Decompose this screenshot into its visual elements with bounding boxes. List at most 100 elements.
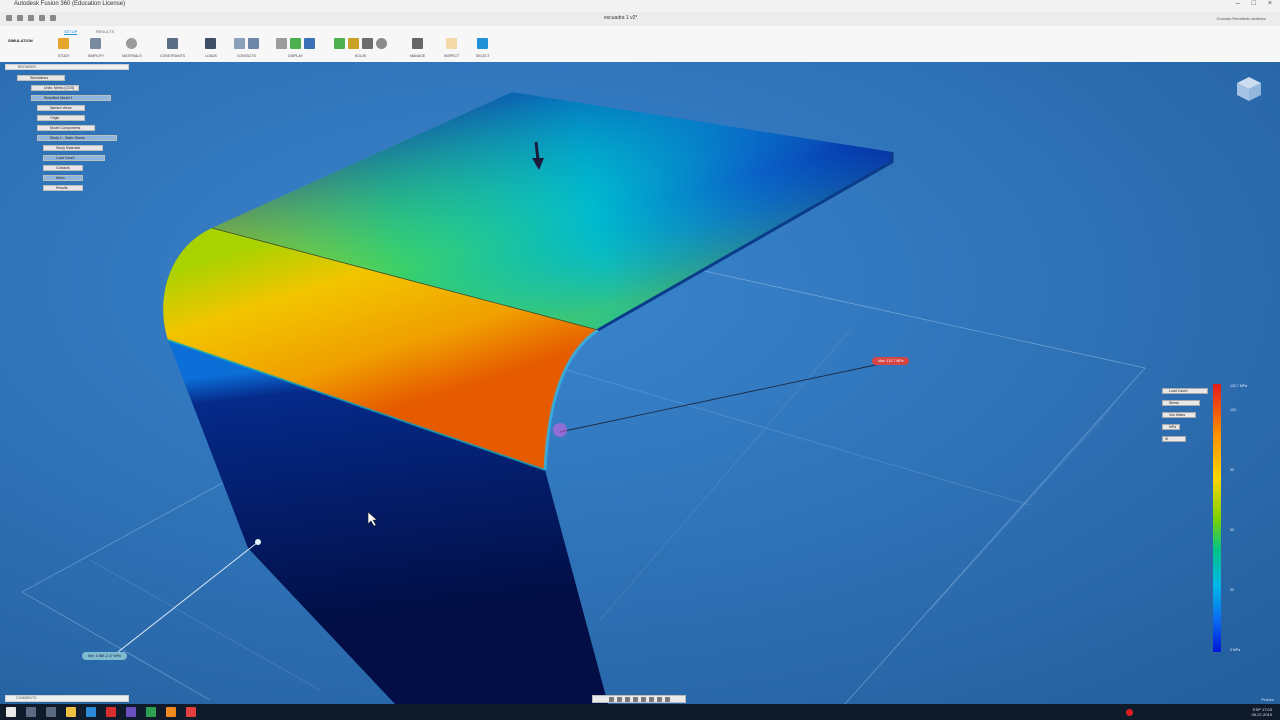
comments-panel[interactable]: COMMENTS — [5, 695, 129, 702]
view-cube[interactable] — [1234, 74, 1264, 104]
contacts-manager-icon[interactable] — [248, 37, 259, 49]
save-icon[interactable] — [28, 15, 34, 21]
ribbon-group-display[interactable]: DISPLAY — [276, 36, 315, 58]
task-view-icon[interactable] — [46, 707, 56, 717]
legend-color-bar — [1213, 384, 1221, 652]
pen-icon[interactable] — [126, 707, 136, 717]
maximize-icon[interactable]: □ — [1252, 0, 1256, 7]
result-component-dropdown[interactable]: Von Mises — [1162, 412, 1196, 418]
search-icon[interactable] — [26, 707, 36, 717]
min-stress-probe-label[interactable]: Min: 1.96E-2.47 MPa — [82, 652, 127, 660]
solve-icon[interactable] — [348, 37, 359, 49]
navigation-toolbar — [592, 695, 686, 703]
user-name[interactable]: Gonzalo Rebolledo Arellano — [1216, 16, 1266, 21]
app-menu-icon[interactable] — [6, 15, 12, 21]
window-title: Autodesk Fusion 360 (Education License) — [14, 1, 126, 7]
close-icon[interactable]: × — [1268, 0, 1272, 7]
browser-node-results[interactable]: Results — [43, 185, 83, 191]
max-stress-probe-label[interactable]: Max: 132.7 MPa — [872, 357, 910, 365]
display-settings-icon[interactable] — [648, 696, 654, 702]
max-probe-marker[interactable] — [553, 423, 567, 437]
pre-check-icon[interactable] — [334, 37, 345, 49]
ribbon-group-select[interactable]: SELECT — [476, 36, 490, 58]
recorder-icon[interactable] — [186, 707, 196, 717]
tab-results[interactable]: RESULTS — [96, 29, 114, 34]
legend-tick: 90 — [1230, 468, 1234, 472]
browser-node-study-materials[interactable]: Study Materials — [43, 145, 103, 151]
ribbon-group-materials[interactable]: MATERIALS — [122, 36, 142, 58]
select-icon[interactable] — [477, 37, 489, 49]
opera-icon[interactable] — [106, 707, 116, 717]
store-icon[interactable] — [86, 707, 96, 717]
solve-settings-icon[interactable] — [376, 37, 387, 49]
browser-node-origin[interactable]: Origin — [37, 115, 85, 121]
browser-node-named-views[interactable]: Named Views — [37, 105, 85, 111]
loads-icon[interactable] — [205, 37, 217, 49]
unit-dropdown[interactable]: MPa — [1162, 424, 1180, 430]
legend-tick: 60 — [1230, 528, 1234, 532]
ribbon-group-constraints[interactable]: CONSTRAINTS — [160, 36, 185, 58]
browser-node-contacts[interactable]: Contacts — [43, 165, 83, 171]
browser-header[interactable]: BROWSER — [5, 64, 129, 70]
fusion-360-icon[interactable] — [166, 707, 176, 717]
ribbon-group-solve[interactable]: SOLVE — [334, 36, 387, 58]
result-type-dropdown[interactable]: Stress — [1162, 400, 1200, 406]
browser-node-units[interactable]: Units: Metric (CGS) — [31, 85, 79, 91]
redo-icon[interactable] — [50, 15, 56, 21]
viewports-icon[interactable] — [664, 696, 670, 702]
start-icon[interactable] — [6, 707, 16, 717]
browser-node-simplified-model[interactable]: Simplified Model 1 — [31, 95, 111, 101]
browser-node-mesh[interactable]: Mesh — [43, 175, 83, 181]
system-tray[interactable]: ESP 17:03 06-07-2019 — [1252, 707, 1272, 717]
materials-icon[interactable] — [126, 37, 138, 49]
mesh-icon[interactable] — [362, 37, 373, 49]
file-icon[interactable] — [17, 15, 23, 21]
document-tabbar: escuadra 1 v2* Gonzalo Rebolledo Arellan… — [0, 12, 1280, 26]
tab-setup[interactable]: SETUP — [64, 29, 78, 35]
load-case-dropdown[interactable]: Load Case1 — [1162, 388, 1208, 394]
taskbar-apps — [6, 707, 196, 717]
browser-node-load-case[interactable]: Load Case1 — [43, 155, 105, 161]
simplify-icon[interactable] — [90, 37, 102, 49]
zoom-icon[interactable] — [632, 696, 638, 702]
orbit-icon[interactable] — [608, 696, 614, 702]
canvas-viewport[interactable] — [0, 62, 1280, 704]
browser-node-simulations[interactable]: Simulations — [17, 75, 65, 81]
display-mesh-icon[interactable] — [290, 37, 301, 49]
ribbon-group-contacts[interactable]: CONTACTS — [234, 36, 259, 58]
browser-node-model-components[interactable]: Model Components — [37, 125, 95, 131]
ribbon-group-simplify[interactable]: SIMPLIFY — [88, 36, 104, 58]
document-tab-title[interactable]: escuadra 1 v2* — [604, 15, 637, 21]
browser-node-study-1[interactable]: Study 1 - Static Stress — [37, 135, 117, 141]
quick-access-toolbar — [6, 15, 56, 21]
legend-tick: 120 — [1230, 408, 1236, 412]
file-explorer-icon[interactable] — [66, 707, 76, 717]
ribbon-group-manage[interactable]: MANAGE — [410, 36, 425, 58]
undo-icon[interactable] — [39, 15, 45, 21]
grid-settings-icon[interactable] — [656, 696, 662, 702]
legend-min-label: 0 MPa — [1230, 648, 1241, 652]
result-legend: Load Case1 Stress Von Mises MPa ⚙ 132.7 … — [1160, 384, 1264, 654]
manage-icon[interactable] — [412, 37, 424, 49]
legend-options[interactable]: ⚙ — [1162, 436, 1186, 442]
look-at-icon[interactable] — [616, 696, 622, 702]
min-probe-marker[interactable] — [255, 539, 261, 545]
inspect-icon[interactable] — [446, 37, 458, 49]
constraints-icon[interactable] — [167, 37, 179, 49]
ribbon-group-study[interactable]: STUDY — [58, 36, 70, 58]
pan-icon[interactable] — [624, 696, 630, 702]
ribbon-group-loads[interactable]: LOADS — [205, 36, 217, 58]
record-indicator-icon[interactable] — [1126, 709, 1133, 716]
fit-icon[interactable] — [640, 696, 646, 702]
workspace-switcher[interactable]: SIMULATION — [8, 38, 33, 43]
ribbon-group-inspect[interactable]: INSPECT — [444, 36, 459, 58]
display-icon[interactable] — [276, 37, 287, 49]
settings-icon[interactable]: ⚙ — [1165, 437, 1168, 441]
contacts-icon[interactable] — [234, 37, 245, 49]
ribbon-toolbar: SIMULATION SETUP RESULTS STUDY SIMPLIFY … — [0, 26, 1280, 63]
camtasia-icon[interactable] — [146, 707, 156, 717]
legend-max-label: 132.7 MPa — [1230, 384, 1247, 388]
study-icon[interactable] — [58, 37, 70, 49]
minimize-icon[interactable]: – — [1236, 0, 1240, 7]
display-dof-icon[interactable] — [304, 37, 315, 49]
